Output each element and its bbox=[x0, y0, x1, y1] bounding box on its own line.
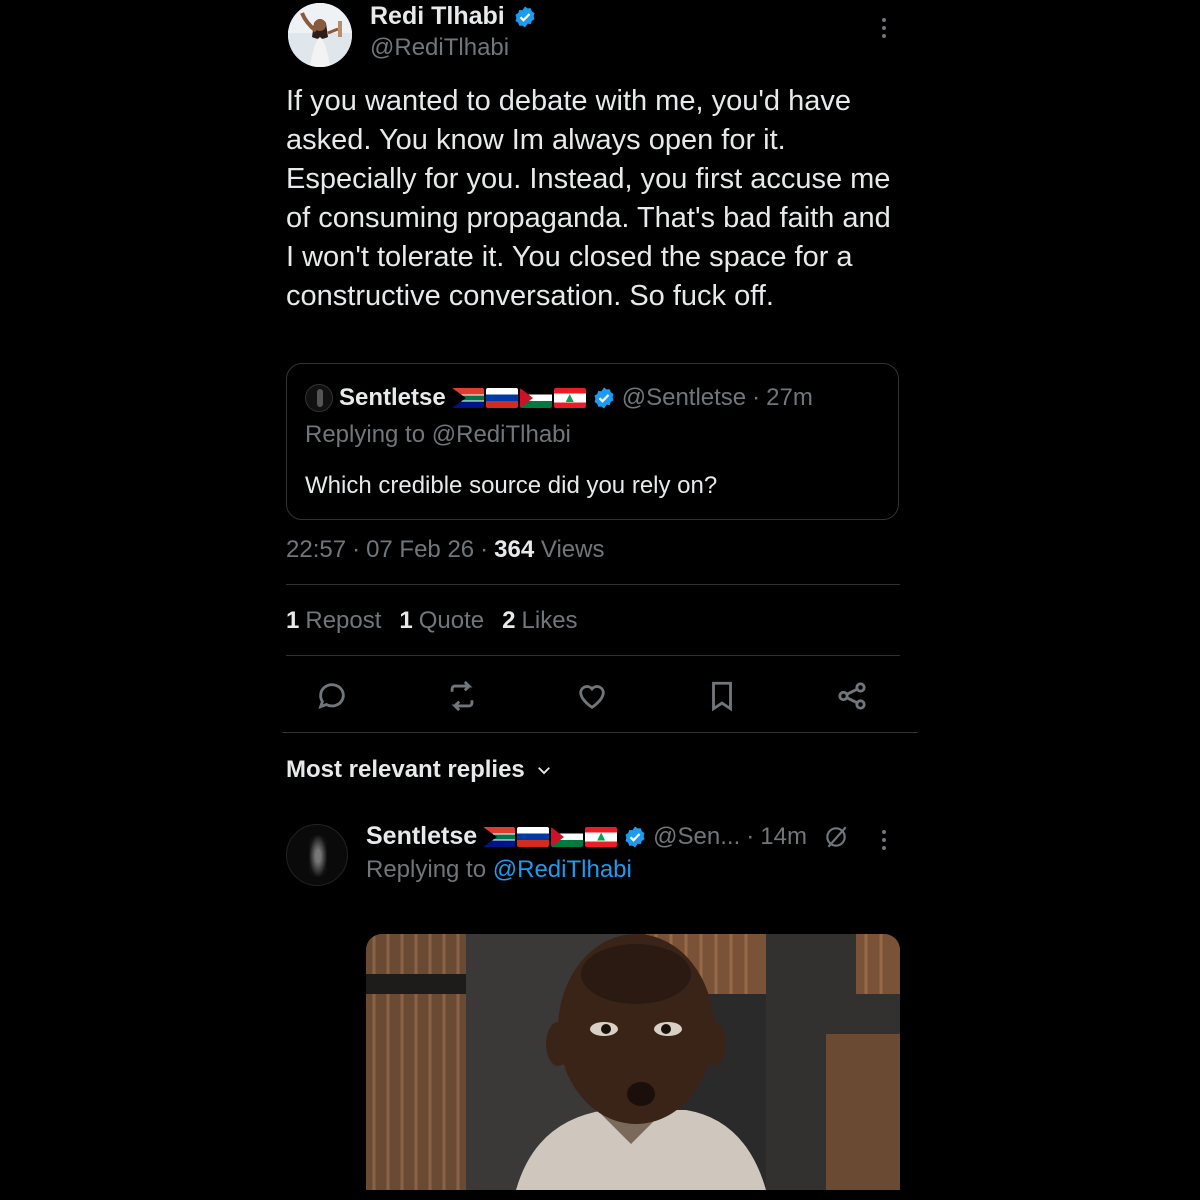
quoted-text: Which credible source did you rely on? bbox=[305, 472, 718, 499]
bookmark-button[interactable] bbox=[702, 676, 742, 716]
separator-dot: · bbox=[480, 536, 489, 563]
reply-author-name[interactable]: Sentletse bbox=[366, 822, 477, 851]
post-detail-column: Redi Tlhabi @RediTlhabi If you wanted to… bbox=[282, 0, 918, 1200]
likes-label: Likes bbox=[521, 607, 578, 634]
share-icon bbox=[838, 682, 866, 710]
flag-emojis bbox=[451, 388, 586, 408]
post-text: If you wanted to debate with me, you'd h… bbox=[286, 85, 899, 312]
reply-author-row: Sentletse @Sen... · 14m bbox=[366, 822, 849, 851]
reply-age[interactable]: 14m bbox=[760, 823, 807, 851]
separator-dot: · bbox=[752, 384, 761, 411]
lebanon-flag-icon bbox=[553, 388, 586, 408]
reply-item[interactable]: Sentletse @Sen... · 14m Replying to @Red… bbox=[286, 818, 918, 908]
like-button[interactable] bbox=[572, 676, 612, 716]
verified-icon bbox=[594, 387, 614, 409]
more-icon[interactable] bbox=[878, 16, 890, 40]
repost-button[interactable] bbox=[442, 676, 482, 716]
separator-dot: · bbox=[352, 536, 361, 563]
author-handle[interactable]: @RediTlhabi bbox=[370, 34, 509, 62]
quoted-author-name: Sentletse bbox=[339, 384, 446, 411]
like-icon bbox=[579, 685, 605, 710]
more-icon[interactable] bbox=[878, 828, 890, 852]
reply-author-handle[interactable]: @Sen... bbox=[653, 823, 740, 851]
quoted-replying-prefix: Replying to bbox=[305, 421, 426, 448]
author-name-row: Redi Tlhabi bbox=[370, 2, 537, 31]
post-date[interactable]: 07 Feb 26 bbox=[366, 536, 474, 564]
flag-emojis bbox=[483, 826, 618, 847]
south-africa-flag-icon bbox=[451, 388, 484, 408]
quoted-age: 27m bbox=[766, 384, 813, 411]
verified-icon bbox=[515, 6, 535, 27]
reposts-count: 1 bbox=[286, 607, 300, 634]
reply-button[interactable] bbox=[312, 676, 352, 716]
quotes-stat[interactable]: 1 Quote bbox=[399, 607, 484, 635]
palestine-flag-icon bbox=[551, 826, 584, 847]
divider bbox=[286, 655, 900, 656]
reposts-label: Repost bbox=[305, 607, 382, 634]
reply-replying-prefix: Replying to bbox=[366, 856, 487, 883]
quoted-author-row: Sentletse @Sentletse · 27m bbox=[305, 384, 813, 412]
post-time[interactable]: 22:57 bbox=[286, 536, 346, 564]
author-avatar[interactable] bbox=[288, 3, 352, 67]
verified-icon bbox=[625, 826, 645, 847]
bookmark-icon bbox=[712, 681, 732, 712]
divider bbox=[286, 584, 900, 585]
separator-dot: · bbox=[746, 822, 755, 850]
post-meta: 22:57 · 07 Feb 26 · 364 Views bbox=[286, 536, 604, 564]
quoted-replying-handle: @RediTlhabi bbox=[431, 421, 571, 448]
reply-replying-handle[interactable]: @RediTlhabi bbox=[493, 856, 632, 883]
palestine-flag-icon bbox=[519, 388, 552, 408]
quotes-label: Quote bbox=[418, 607, 485, 634]
reply-media-image[interactable] bbox=[366, 934, 900, 1190]
repost-icon bbox=[450, 680, 474, 712]
likes-stat[interactable]: 2 Likes bbox=[502, 607, 577, 635]
share-button[interactable] bbox=[832, 676, 872, 716]
reposts-stat[interactable]: 1 Repost bbox=[286, 607, 381, 635]
reply-replying-to: Replying to @RediTlhabi bbox=[366, 856, 632, 884]
likes-count: 2 bbox=[502, 607, 516, 634]
quoted-author-avatar bbox=[305, 384, 333, 412]
engagement-stats: 1 Repost 1 Quote 2 Likes bbox=[286, 607, 578, 635]
replies-sort-label: Most relevant replies bbox=[286, 756, 525, 783]
grok-icon[interactable] bbox=[823, 824, 849, 850]
south-africa-flag-icon bbox=[483, 826, 516, 847]
quoted-replying-to: Replying to @RediTlhabi bbox=[305, 421, 571, 449]
replies-sort-dropdown[interactable]: Most relevant replies bbox=[286, 756, 553, 784]
russia-flag-icon bbox=[485, 388, 518, 408]
views-count: 364 bbox=[494, 536, 535, 563]
action-bar bbox=[282, 672, 918, 718]
russia-flag-icon bbox=[517, 826, 550, 847]
post-views[interactable]: 364 Views bbox=[494, 536, 604, 564]
quoted-post[interactable]: Sentletse @Sentletse · 27m Replying to @… bbox=[286, 363, 899, 520]
post-header: Redi Tlhabi @RediTlhabi bbox=[286, 0, 918, 70]
author-name[interactable]: Redi Tlhabi bbox=[370, 2, 505, 31]
reply-author-avatar[interactable] bbox=[286, 824, 348, 886]
chevron-down-icon bbox=[537, 767, 550, 775]
quoted-author-handle: @Sentletse bbox=[621, 384, 747, 411]
views-label: Views bbox=[540, 536, 605, 563]
reply-icon bbox=[318, 683, 345, 709]
divider bbox=[282, 732, 918, 733]
quotes-count: 1 bbox=[399, 607, 413, 634]
lebanon-flag-icon bbox=[585, 826, 618, 847]
